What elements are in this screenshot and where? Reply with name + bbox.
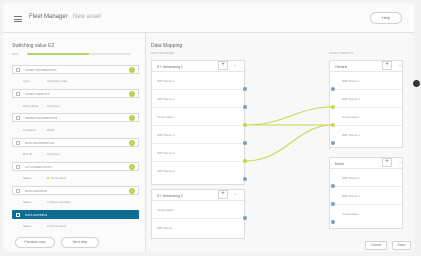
step-meter-information[interactable]: METER INFORMATION ✓ [12,113,139,122]
detail-row: Status 2 Connections [23,224,66,228]
step-label: ASSET ASPECTS [25,92,50,96]
step-marker [16,165,20,169]
step-marker [16,116,20,120]
detail-value: Switching value [47,79,68,83]
target-handle[interactable] [331,202,335,206]
detail-row: Bus ID Unknown [23,152,60,156]
previous-step-button[interactable]: Previous step [15,237,55,248]
detail-value: 2 Connections [47,224,67,228]
mapping-connectors [243,87,335,224]
detail-value: Connected [47,176,66,180]
hamburger-menu-icon[interactable] [14,16,22,22]
detail-key: Data points [23,104,39,108]
breadcrumb-current[interactable]: New asset [73,14,101,20]
step-label: DATA MAPPING [25,189,48,193]
step-data-information[interactable]: DATA INFORMATION ✓ [12,138,139,147]
check-icon: ✓ [129,140,135,146]
step-marker [16,213,20,217]
detail-key: Status [23,176,32,180]
step-iot-connectivity[interactable]: IoT CONNECTIVITY ✓ [12,162,139,171]
connected-dot-icon [47,177,49,179]
source-handle[interactable] [243,216,247,220]
header-bar: Fleet Manager / New asset Help [3,3,414,33]
check-icon: ✓ [129,115,135,121]
target-handles [331,87,335,224]
detail-key: Status [23,200,32,204]
check-icon: ✓ [129,164,135,170]
detail-row: Status Connected [23,176,66,180]
step-label: DATA MAPPING [25,213,48,217]
source-handle[interactable] [243,159,247,163]
detail-value: Unknown [47,152,60,156]
step-data-mapping-done[interactable]: DATA MAPPING ✓ [12,186,139,195]
target-handle[interactable] [331,220,335,224]
sidebar-title: Switching value E2 [12,43,55,49]
source-handle[interactable] [243,177,247,181]
source-handle[interactable] [243,105,247,109]
check-icon: ✓ [129,91,135,97]
detail-value-text: Connected [51,176,66,180]
detail-value: Unknown [47,104,60,108]
cancel-button[interactable]: Cancel [365,241,387,250]
mapping-link[interactable] [244,106,334,126]
step-marker [16,92,20,96]
target-handle[interactable] [331,105,335,109]
detail-value: 3 values received [47,200,71,204]
target-handle[interactable] [331,87,335,91]
step-asset-information[interactable]: ASSET INFORMATION ✓ [12,65,139,74]
cursor-indicator [413,80,420,87]
step-data-mapping-active[interactable]: DATA MAPPING [12,210,139,219]
target-handle[interactable] [331,141,335,145]
help-button[interactable]: Help [370,12,402,24]
app-title: Fleet Manager [29,14,68,20]
detail-row: Status 3 values received [23,200,70,204]
step-label: DATA INFORMATION [25,141,54,145]
source-handle[interactable] [243,87,247,91]
mapping-link[interactable] [244,124,334,162]
step-label: METER INFORMATION [25,116,58,120]
detail-row: Data points Unknown [23,104,60,108]
detail-key: Type [23,79,30,83]
step-label: ASSET INFORMATION [25,68,57,72]
check-icon: ✓ [129,67,135,73]
step-marker [16,189,20,193]
data-mapping-panel: Data Mapping DATA SOURCES ASSET ASPECTS … [146,33,414,252]
save-button[interactable]: Save [392,241,411,250]
source-handle[interactable] [243,123,247,127]
detail-key: Container [23,128,37,132]
detail-row: Type Switching value [23,79,68,83]
app-window: Fleet Manager / New asset Help Switching… [3,3,414,252]
step-marker [16,68,20,72]
detail-value: PGW [47,128,55,132]
step-asset-aspects[interactable]: ASSET ASPECTS ✓ [12,89,139,98]
source-handles [243,87,247,220]
step-label: IoT CONNECTIVITY [25,165,53,169]
target-handle[interactable] [331,123,335,127]
progress-bar [27,53,131,55]
progress-fill [27,53,90,55]
source-handle[interactable] [243,141,247,145]
detail-key: Bus ID [23,152,33,156]
next-step-button[interactable]: Next step [61,237,99,248]
check-icon: ✓ [129,188,135,194]
target-handle[interactable] [331,184,335,188]
progress-label: 60% [12,52,19,56]
step-marker [16,141,20,145]
detail-key: Status [23,224,32,228]
wizard-sidebar: Switching value E2 60% ASSET INFORMATION… [3,33,146,252]
breadcrumb-separator: / [66,14,68,20]
detail-row: Container PGW [23,128,54,132]
